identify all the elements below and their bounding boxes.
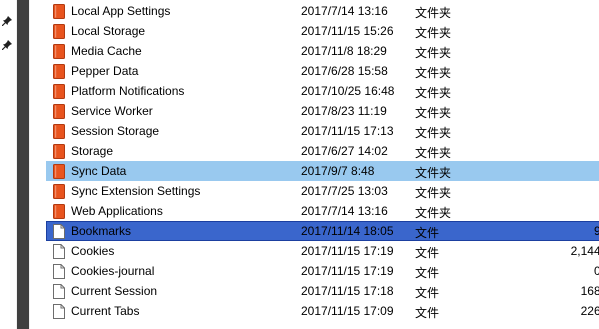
item-date: 2017/11/15 17:09 — [301, 304, 394, 318]
item-type: 文件 — [415, 306, 440, 320]
item-type: 文件 — [415, 226, 440, 240]
item-name: Cookies — [71, 244, 115, 258]
file-row[interactable]: Current Session 2017/11/15 17:18 文件 168 KB — [46, 281, 599, 301]
item-type: 文件夹 — [415, 166, 452, 180]
item-date: 2017/7/25 13:03 — [301, 184, 388, 198]
file-icon — [53, 224, 65, 239]
item-date: 2017/9/7 8:48 — [301, 164, 375, 178]
item-name: Platform Notifications — [71, 84, 185, 98]
folder-row[interactable]: Local Storage 2017/11/15 15:26 文件夹 — [46, 21, 599, 41]
item-size: 168 KB — [580, 284, 599, 298]
item-name: Cookies-journal — [71, 264, 155, 278]
item-type: 文件夹 — [415, 106, 452, 120]
item-type: 文件夹 — [415, 6, 452, 20]
folder-icon — [53, 124, 65, 139]
item-date: 2017/11/15 17:18 — [301, 284, 394, 298]
item-type: 文件 — [415, 286, 440, 300]
item-date: 2017/11/15 17:19 — [301, 244, 394, 258]
folder-row[interactable]: Web Applications 2017/7/14 13:16 文件夹 — [46, 201, 599, 221]
file-row[interactable]: Current Tabs 2017/11/15 17:09 文件 226 KB — [46, 301, 599, 321]
folder-icon — [53, 44, 65, 59]
item-type: 文件 — [415, 246, 440, 260]
item-size: 2,144 KB — [570, 244, 599, 258]
item-name: Storage — [71, 144, 114, 158]
item-size: 9 KB — [593, 224, 599, 238]
folder-row[interactable]: Session Storage 2017/11/15 17:13 文件夹 — [46, 121, 599, 141]
item-size: 0 KB — [593, 264, 599, 278]
item-date: 2017/7/14 13:16 — [301, 4, 388, 18]
item-type: 文件夹 — [415, 126, 452, 140]
file-icon — [53, 244, 65, 259]
item-name: Local App Settings — [71, 4, 171, 18]
item-date: 2017/11/8 18:29 — [301, 44, 387, 58]
folder-icon — [53, 64, 65, 79]
folder-icon — [53, 184, 65, 199]
item-name: Sync Extension Settings — [71, 184, 201, 198]
folder-row[interactable]: Pepper Data 2017/6/28 15:58 文件夹 — [46, 61, 599, 81]
vertical-scrollbar[interactable] — [16, 0, 30, 329]
folder-row[interactable]: Sync Data 2017/9/7 8:48 文件夹 — [46, 161, 599, 181]
scrollbar-thumb[interactable] — [17, 0, 29, 329]
folder-icon — [53, 24, 65, 39]
item-date: 2017/10/25 16:48 — [301, 84, 395, 98]
folder-row[interactable]: Platform Notifications 2017/10/25 16:48 文件… — [46, 81, 599, 101]
item-name: Session Storage — [71, 124, 160, 138]
file-icon — [53, 304, 65, 319]
item-date: 2017/6/27 14:02 — [301, 144, 388, 158]
folder-row[interactable]: Sync Extension Settings 2017/7/25 13:03 文件… — [46, 181, 599, 201]
item-name: Service Worker — [71, 104, 153, 118]
item-type: 文件夹 — [415, 26, 452, 40]
item-name: Sync Data — [71, 164, 127, 178]
folder-icon — [53, 104, 65, 119]
folder-icon — [53, 164, 65, 179]
file-row[interactable]: Bookmarks 2017/11/14 18:05 文件 9 KB — [46, 221, 599, 241]
item-name: Media Cache — [71, 44, 142, 58]
item-type: 文件夹 — [415, 86, 452, 100]
item-type: 文件夹 — [415, 46, 452, 60]
item-date: 2017/11/15 15:26 — [301, 24, 394, 38]
folder-row[interactable]: Local App Settings 2017/7/14 13:16 文件夹 — [46, 1, 599, 21]
item-type: 文件夹 — [415, 66, 452, 80]
item-type: 文件 — [415, 266, 440, 280]
file-icon — [53, 284, 65, 299]
folder-icon — [53, 84, 65, 99]
item-name: Current Session — [71, 284, 158, 298]
item-name: Current Tabs — [71, 304, 140, 318]
item-type: 文件夹 — [415, 206, 452, 220]
file-row[interactable]: Cookies-journal 2017/11/15 17:19 文件 0 KB — [46, 261, 599, 281]
item-type: 文件夹 — [415, 186, 452, 200]
item-date: 2017/11/15 17:13 — [301, 124, 394, 138]
folder-icon — [53, 144, 65, 159]
item-date: 2017/11/14 18:05 — [301, 224, 394, 238]
folder-row[interactable]: Media Cache 2017/11/8 18:29 文件夹 — [46, 41, 599, 61]
item-date: 2017/7/14 13:16 — [301, 204, 388, 218]
item-name: Local Storage — [71, 24, 146, 38]
file-icon — [53, 264, 65, 279]
folder-icon — [53, 4, 65, 19]
file-row[interactable]: Cookies 2017/11/15 17:19 文件 2,144 KB — [46, 241, 599, 261]
pin-icon[interactable] — [2, 16, 12, 26]
file-list: Local App Settings 2017/7/14 13:16 文件夹 Loca… — [30, 0, 599, 329]
navigation-pane — [0, 0, 17, 329]
pin-icon[interactable] — [2, 40, 12, 50]
item-type: 文件夹 — [415, 146, 452, 160]
folder-row[interactable]: Storage 2017/6/27 14:02 文件夹 — [46, 141, 599, 161]
item-size: 226 KB — [580, 304, 599, 318]
item-date: 2017/11/15 17:19 — [301, 264, 394, 278]
item-date: 2017/8/23 11:19 — [301, 104, 387, 118]
item-date: 2017/6/28 15:58 — [301, 64, 388, 78]
folder-icon — [53, 204, 65, 219]
item-name: Pepper Data — [71, 64, 139, 78]
item-name: Web Applications — [71, 204, 163, 218]
folder-row[interactable]: Service Worker 2017/8/23 11:19 文件夹 — [46, 101, 599, 121]
item-name: Bookmarks — [71, 224, 132, 238]
